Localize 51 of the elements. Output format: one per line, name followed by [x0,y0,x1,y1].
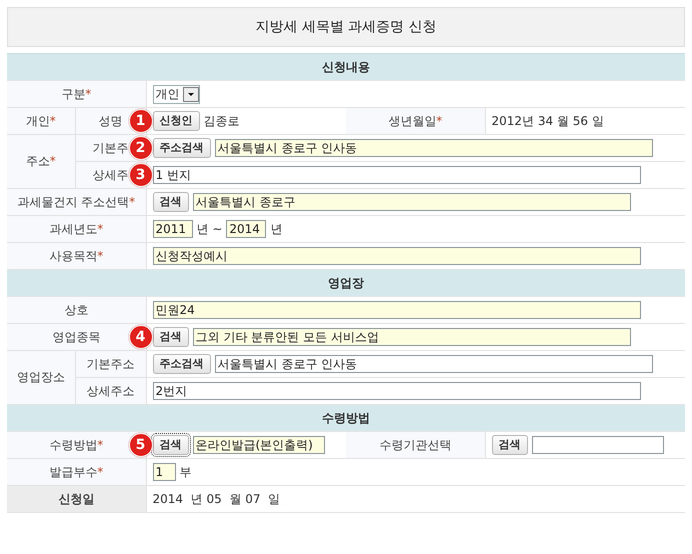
field-label: 과세년도* [49,222,104,236]
search-button[interactable]: 검색 [152,327,188,347]
input-field[interactable]: 서울특별시 종로구 인사동 [214,355,652,373]
input-field[interactable]: 2번지 [152,382,640,400]
search-button[interactable]: 검색 [152,435,188,455]
input-field[interactable]: 그외 기타 분류안된 모든 서비스업 [192,328,630,346]
group-label: 주소* [26,154,56,168]
field-label: 과세물건지 주소선택* [17,194,136,208]
search-button[interactable]: 주소검색 [152,138,210,158]
field-label: 상호 [64,302,88,316]
input-field[interactable]: 온라인발급(본인출력) [192,436,324,454]
value-text: 2014 년 05 월 07 일 [152,492,280,506]
input-field[interactable]: 민원24 [152,301,640,319]
section-heading: 수령방법 [7,404,686,432]
section-heading: 신청내용 [7,54,686,80]
field-label: 영업종목 [52,330,100,344]
input-field[interactable]: 서울특별시 종로구 인사동 [214,139,652,157]
input-field[interactable]: 신청작성예시 [152,247,640,265]
input-field[interactable] [532,436,664,454]
input-field[interactable]: 1 [152,463,176,481]
field-label: 사용목적* [49,248,104,262]
search-button[interactable]: 검색 [492,435,528,455]
field-label: 성명 [98,114,122,128]
search-button[interactable]: 검색 [152,192,188,212]
input-field[interactable]: 서울특별시 종로구 [192,193,630,211]
field-label: 발급부수* [49,464,104,478]
input-field[interactable]: 2011 [152,220,192,238]
search-button[interactable]: 신청인 [152,111,200,131]
group-label: 개인* [26,114,56,128]
value-text: 년 [270,222,282,236]
field-label: 신청일 [58,492,94,506]
search-button[interactable]: 주소검색 [152,354,210,374]
field-label: 수령방법* [49,438,104,452]
section-heading: 영업장 [7,270,686,296]
value-text: 2012년 34 월 56 일 [492,114,604,128]
field-label: 상세주소 [86,384,134,398]
field-label: 상세주 [92,168,128,182]
value-text: 김종로 [204,114,240,128]
field-label: 기본주 [92,140,128,154]
group-label: 영업장소 [16,370,65,384]
field-label: 생년월일* [388,114,442,128]
caret-icon [182,86,198,102]
field-label: 기본주소 [86,356,134,370]
value-text: 년 ~ [196,222,222,236]
select-field[interactable]: 개인 [152,84,200,104]
input-field[interactable]: 2014 [226,220,266,238]
value-text: 부 [180,464,192,480]
field-label: 수령기관선택 [379,438,452,452]
field-label: 구분* [61,86,92,100]
page-title: 지방세 세목별 과세증명 신청 [7,7,685,47]
input-field[interactable]: 1 번지 [152,166,640,184]
